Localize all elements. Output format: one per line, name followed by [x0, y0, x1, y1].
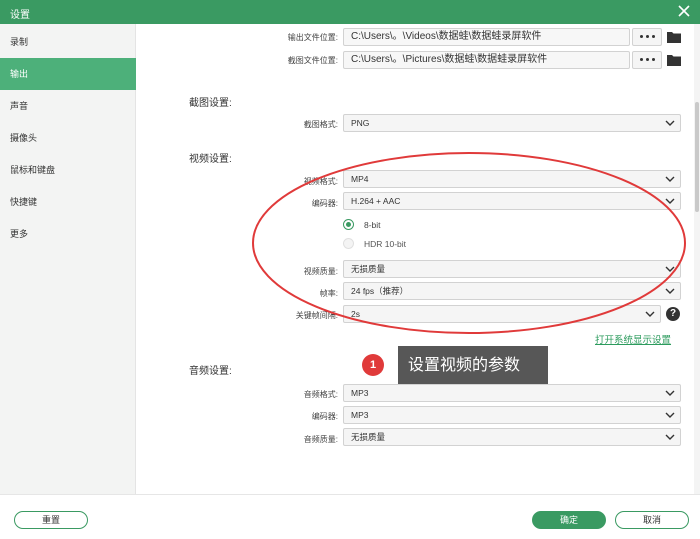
audio-quality-select[interactable]: 无损质量: [343, 428, 681, 446]
audio-quality-value: 无损质量: [351, 432, 386, 442]
video-encoder-label: 编码器:: [311, 199, 338, 208]
screenshot-location-label: 截图文件位置:: [287, 56, 338, 65]
audio-encoder-label: 编码器:: [311, 412, 338, 421]
screenshot-location-browse-button[interactable]: [632, 51, 662, 69]
keyframe-interval-select[interactable]: 2s: [343, 305, 661, 323]
video-quality-label: 视频质量:: [303, 267, 338, 276]
audio-format-label: 音频格式:: [303, 390, 338, 399]
output-location-label: 输出文件位置:: [287, 33, 338, 42]
radio-selected-icon: [343, 219, 354, 230]
content-scrollbar[interactable]: [694, 24, 700, 494]
sidebar-item-hotkeys[interactable]: 快捷键: [0, 186, 136, 218]
sidebar-item-sound[interactable]: 声音: [0, 90, 136, 122]
video-encoder-select[interactable]: H.264 + AAC: [343, 192, 681, 210]
output-location-browse-button[interactable]: [632, 28, 662, 46]
callout-text: 设置视频的参数: [398, 346, 548, 386]
sidebar-item-label: 鼠标和键盘: [10, 165, 56, 175]
sidebar-item-label: 输出: [10, 69, 29, 79]
bit-depth-8bit-radio[interactable]: 8-bit: [343, 219, 381, 230]
settings-sidebar: 录制 输出 声音 摄像头 鼠标和键盘 快捷键 更多: [0, 24, 136, 494]
sidebar-item-label: 更多: [10, 229, 29, 239]
folder-icon[interactable]: [666, 53, 682, 67]
footer-bar: 重置 确定 取消: [0, 494, 700, 539]
window-title: 设置: [10, 10, 30, 21]
framerate-select[interactable]: 24 fps（推荐）: [343, 282, 681, 300]
close-icon[interactable]: [676, 3, 692, 19]
bit-depth-hdr-label: HDR 10-bit: [364, 238, 407, 249]
screenshot-format-value: PNG: [351, 118, 370, 128]
chevron-down-icon: [665, 390, 675, 396]
chevron-down-icon: [665, 120, 675, 126]
cancel-button[interactable]: 取消: [615, 511, 689, 529]
ok-button[interactable]: 确定: [532, 511, 606, 529]
screenshot-format-label: 截图格式:: [303, 120, 338, 129]
bit-depth-8bit-label: 8-bit: [364, 219, 381, 230]
audio-encoder-value: MP3: [351, 410, 369, 420]
video-quality-select[interactable]: 无损质量: [343, 260, 681, 278]
audio-format-value: MP3: [351, 388, 369, 398]
chevron-down-icon: [665, 176, 675, 182]
radio-unselected-icon: [343, 238, 354, 249]
video-format-value: MP4: [351, 174, 369, 184]
scrollbar-thumb[interactable]: [695, 102, 699, 212]
sidebar-item-more[interactable]: 更多: [0, 218, 136, 250]
sidebar-item-label: 录制: [10, 37, 29, 47]
callout-number-badge: 1: [362, 354, 384, 376]
framerate-value: 24 fps（推荐）: [351, 286, 409, 296]
keyframe-interval-label: 关键帧间隔:: [295, 311, 338, 320]
screenshot-location-field[interactable]: C:\Users\。\Pictures\数据蛙\数据蛙录屏软件: [343, 51, 630, 69]
chevron-down-icon: [665, 434, 675, 440]
output-location-field[interactable]: C:\Users\。\Videos\数据蛙\数据蛙录屏软件: [343, 28, 630, 46]
chevron-down-icon: [665, 198, 675, 204]
screenshot-format-select[interactable]: PNG: [343, 114, 681, 132]
video-quality-value: 无损质量: [351, 264, 386, 274]
video-format-label: 视频格式:: [303, 177, 338, 186]
keyframe-interval-value: 2s: [351, 309, 360, 319]
help-icon[interactable]: ?: [666, 307, 680, 321]
sidebar-item-label: 声音: [10, 101, 29, 111]
chevron-down-icon: [665, 412, 675, 418]
video-encoder-value: H.264 + AAC: [351, 196, 401, 206]
sidebar-item-record[interactable]: 录制: [0, 26, 136, 58]
audio-quality-label: 音频质量:: [303, 435, 338, 444]
framerate-label: 帧率:: [319, 289, 338, 298]
audio-format-select[interactable]: MP3: [343, 384, 681, 402]
audio-encoder-select[interactable]: MP3: [343, 406, 681, 424]
title-bar: 设置: [0, 0, 700, 24]
folder-icon[interactable]: [666, 30, 682, 44]
sidebar-item-output[interactable]: 输出: [0, 58, 136, 90]
video-format-select[interactable]: MP4: [343, 170, 681, 188]
sidebar-item-camera[interactable]: 摄像头: [0, 122, 136, 154]
chevron-down-icon: [645, 311, 655, 317]
sidebar-item-mouse-keyboard[interactable]: 鼠标和键盘: [0, 154, 136, 186]
bit-depth-hdr-radio[interactable]: HDR 10-bit: [343, 238, 406, 249]
sidebar-item-label: 摄像头: [10, 133, 38, 143]
chevron-down-icon: [665, 266, 675, 272]
sidebar-item-label: 快捷键: [10, 197, 38, 207]
reset-button[interactable]: 重置: [14, 511, 88, 529]
audio-settings-title: 音频设置:: [189, 366, 232, 377]
chevron-down-icon: [665, 288, 675, 294]
screenshot-settings-title: 截图设置:: [189, 98, 232, 109]
open-display-settings-link[interactable]: 打开系统显示设置: [595, 332, 671, 346]
video-settings-title: 视频设置:: [189, 154, 232, 165]
